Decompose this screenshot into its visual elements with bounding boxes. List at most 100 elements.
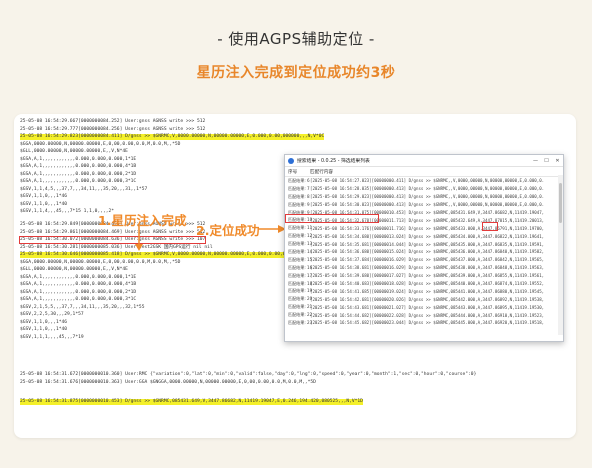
result-index: 匹配结果: 22 — [288, 312, 313, 318]
log-line: 25-05-08 16:54:29.823[0000000084.411] D/… — [20, 134, 325, 140]
result-text: [2025-05-08 16:54:36.680][00000015.024] … — [310, 249, 545, 255]
result-row[interactable]: 匹配结果: 17 [2025-05-08 16:54:39.680][000000… — [285, 272, 563, 280]
result-row[interactable]: 匹配结果: 14 [2025-05-08 16:54:36.680][000000… — [285, 248, 563, 256]
result-row[interactable]: 匹配结果: 12 [2025-05-08 16:54:34.680][000000… — [285, 232, 563, 240]
results-header: 序号 匹配行内容 — [285, 167, 563, 177]
log-line: $GGA,0000.00000,N,00000.00000,E,0,00,0.0… — [20, 142, 181, 147]
results-list[interactable]: 匹配结果: 6 [2025-05-08 16:54:27.023][0000000… — [285, 177, 563, 327]
log-line: 25-05-08 16:54:29.861[0000000084.469] Us… — [20, 230, 206, 235]
result-index: 匹配结果: 23 — [288, 319, 313, 325]
annotation-fix-success: 2.定位成功 — [196, 223, 260, 238]
arrow-down-icon — [135, 225, 143, 251]
result-index: 匹配结果: 11 — [288, 225, 313, 231]
result-text: [2025-05-08 16:54:44.682][00000022.028] … — [310, 312, 545, 318]
screenshot-card: 25-05-08 16:54:29.667[0000000084.252] Us… — [14, 114, 576, 438]
result-index: 匹配结果: 9 — [288, 201, 310, 207]
close-icon[interactable]: ✕ — [552, 158, 563, 164]
log-line: 25-05-08 16:54:31.875[0000000010.453] D/… — [20, 399, 363, 405]
result-text: [2025-05-08 16:54:35.681][00000014.044] … — [310, 241, 545, 247]
log-line: $GLL,0000.00000,N,00000.00000,E,,V,N*4E — [20, 267, 128, 272]
result-text: [2025-05-08 16:54:33.176][00000011.716] … — [310, 225, 545, 231]
minimize-icon[interactable]: — — [530, 158, 541, 164]
arrow-right-icon — [258, 225, 286, 233]
page-subtitle: 星历注入完成到定位成功约3秒 — [196, 65, 396, 81]
log-line: 25-05-08 16:54:31.672[0000000010.360] Us… — [20, 372, 477, 377]
result-text: [2025-05-08 16:54:40.683][00000018.028] … — [310, 281, 545, 287]
log-line: 25-05-08 16:54:31.676[0000000010.363] Us… — [20, 380, 316, 385]
result-row[interactable]: 匹配结果: 11 [2025-05-08 16:54:33.176][000000… — [285, 224, 563, 232]
log-line: 25-05-08 16:54:30.072[0000000084.636] Us… — [18, 236, 207, 244]
fix-status-highlight — [482, 222, 498, 231]
log-line: 25-05-08 16:54:29.777[0000000084.256] Us… — [20, 127, 206, 132]
column-header-content: 匹配行内容 — [310, 169, 333, 175]
result-row[interactable]: 匹配结果: 7 [2025-05-08 16:54:28.035][0000000… — [285, 185, 563, 193]
log-line: 25-05-08 16:54:29.667[0000000084.252] Us… — [20, 119, 206, 124]
result-index: 匹配结果: 15 — [288, 256, 313, 262]
result-row[interactable]: 匹配结果: 13 [2025-05-08 16:54:35.681][000000… — [285, 240, 563, 248]
log-line: $GSV,2,1,5,5,,,37,7,,,34,11,,,35,20,,,32… — [20, 305, 145, 310]
log-line: $GSA,A,1,,,,,,,,,,,,0.000,0.000,0.000,1*… — [20, 275, 137, 280]
app-icon — [288, 157, 294, 164]
result-row[interactable]: 匹配结果: 15 [2025-05-08 16:54:37.684][000000… — [285, 256, 563, 264]
result-row[interactable]: 匹配结果: 8 [2025-05-08 16:54:29.023][0000000… — [285, 193, 563, 201]
result-index: 匹配结果: 7 — [288, 185, 310, 191]
log-line: $GSV,1,1,0,,,1*46 — [20, 320, 68, 325]
result-index: 匹配结果: 13 — [288, 241, 313, 247]
result-text: [2025-05-08 16:54:29.023][00000000.413] … — [310, 194, 545, 200]
log-line: $GSV,1,1,0,,,1*40 — [20, 327, 68, 332]
column-header-index: 序号 — [288, 169, 298, 175]
result-index: 匹配结果: 6 — [288, 177, 310, 183]
result-text: [2025-05-08 16:54:27.023][00000000.411] … — [310, 178, 545, 184]
result-text: [2025-05-08 16:54:34.680][00000013.024] … — [310, 233, 545, 239]
result-text: [2025-05-08 16:54:38.681][00000016.029] … — [310, 265, 545, 271]
result-index: 匹配结果: 19 — [288, 288, 313, 294]
log-line: $GSA,A,1,,,,,,,,,,,,0.000,0.000,0.000,4*… — [20, 164, 137, 169]
result-text: [2025-05-08 16:54:30.023][00000000.413] … — [310, 202, 545, 208]
result-text: [2025-05-08 16:54:43.681][00000021.027] … — [310, 304, 545, 310]
page-title: - 使用AGPS辅助定位 - — [217, 30, 375, 48]
log-line: $GSA,A,1,,,,,,,,,,,,0.000,0.000,0.000,3*… — [20, 179, 137, 184]
scrollbar-thumb[interactable] — [559, 183, 562, 223]
result-index: 匹配结果: 18 — [288, 280, 313, 286]
vertical-scrollbar[interactable] — [558, 175, 563, 335]
result-row[interactable]: 匹配结果: 18 [2025-05-08 16:54:40.683][000000… — [285, 280, 563, 288]
fix-row-highlight — [285, 214, 379, 223]
log-line: 25-05-08 16:54:30.646[0000000085.418] D/… — [20, 252, 325, 258]
result-text: [2025-05-08 16:54:42.681][00000020.026] … — [310, 296, 545, 302]
result-text: [2025-05-08 16:54:45.682][00000023.044] … — [310, 320, 545, 326]
result-text: [2025-05-08 16:54:39.680][00000017.027] … — [310, 273, 545, 279]
result-index: 匹配结果: 14 — [288, 248, 313, 254]
result-row[interactable]: 匹配结果: 16 [2025-05-08 16:54:38.681][000000… — [285, 264, 563, 272]
result-row[interactable]: 匹配结果: 22 [2025-05-08 16:54:44.682][000000… — [285, 311, 563, 319]
result-index: 匹配结果: 16 — [288, 264, 313, 270]
result-text: [2025-05-08 16:54:41.685][00000019.024] … — [310, 288, 545, 294]
result-row[interactable]: 匹配结果: 20 [2025-05-08 16:54:42.681][000000… — [285, 295, 563, 303]
result-text: [2025-05-08 16:54:37.684][00000016.029] … — [310, 257, 545, 263]
maximize-icon[interactable]: ☐ — [541, 158, 552, 164]
log-line: $GSA,A,1,,,,,,,,,,,,0.000,0.000,0.000,2*… — [20, 172, 137, 177]
log-line: $GSV,1,1,1,,,,45,,,7*19 — [20, 335, 84, 340]
result-row[interactable]: 匹配结果: 23 [2025-05-08 16:54:45.682][000000… — [285, 319, 563, 327]
log-line: $GSV,1,1,4,5,,,37,7,,,34,11,,,35,20,,,31… — [20, 187, 148, 192]
result-row[interactable]: 匹配结果: 19 [2025-05-08 16:54:41.685][000000… — [285, 287, 563, 295]
window-title: 搜索结果 - 0.0.25 - 筛选结果列表 — [297, 159, 370, 164]
result-index: 匹配结果: 21 — [288, 304, 313, 310]
window-titlebar[interactable]: 搜索结果 - 0.0.25 - 筛选结果列表 — ☐ ✕ — [285, 155, 563, 167]
log-line: $GSA,A,1,,,,,,,,,,,,0.000,0.000,0.000,4*… — [20, 282, 137, 287]
result-index: 匹配结果: 17 — [288, 272, 313, 278]
log-line: $GSV,1,1,0,,,1*46 — [20, 194, 68, 199]
result-row[interactable]: 匹配结果: 6 [2025-05-08 16:54:27.023][0000000… — [285, 177, 563, 185]
log-line: $GLL,0000.00000,N,00000.00000,E,,V,N*4E — [20, 149, 128, 154]
result-row[interactable]: 匹配结果: 21 [2025-05-08 16:54:43.681][000000… — [285, 303, 563, 311]
log-line: $GSA,A,1,,,,,,,,,,,,0.000,0.000,0.000,1*… — [20, 157, 137, 162]
search-results-window[interactable]: 搜索结果 - 0.0.25 - 筛选结果列表 — ☐ ✕ 序号 匹配行内容 匹配… — [284, 154, 564, 342]
result-index: 匹配结果: 8 — [288, 193, 310, 199]
log-line: $GSA,A,1,,,,,,,,,,,,0.000,0.000,0.000,3*… — [20, 297, 137, 302]
log-line: $GGA,0000.00000,N,00000.00000,E,0,00,0.0… — [20, 260, 181, 265]
result-row[interactable]: 匹配结果: 9 [2025-05-08 16:54:30.023][0000000… — [285, 201, 563, 209]
result-index: 匹配结果: 20 — [288, 296, 313, 302]
result-text: [2025-05-08 16:54:28.035][00000000.413] … — [310, 186, 545, 192]
log-line: $GSV,1,1,0,,,1*40 — [20, 202, 68, 207]
log-line: $GSA,A,1,,,,,,,,,,,,0.000,0.000,0.000,2*… — [20, 290, 137, 295]
log-line: $GSV,2,2,5,30,,,29,1*57 — [20, 312, 84, 317]
